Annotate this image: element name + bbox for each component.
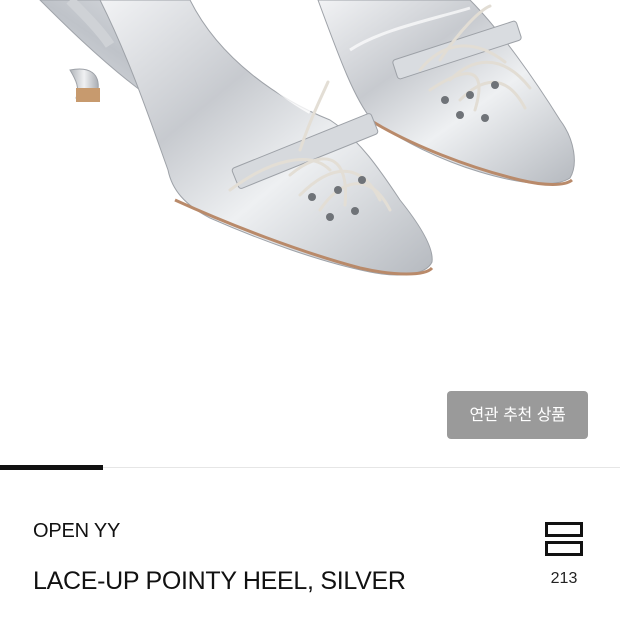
brand-name[interactable]: OPEN YY [33,520,120,543]
gallery-progress-fill [0,465,103,470]
product-image[interactable]: 연관 추천 상품 [0,0,620,462]
left-shoe-heel [69,68,100,102]
product-title: LACE-UP POINTY HEEL, SILVER [33,567,406,595]
gallery-progress-bar [0,465,620,470]
related-products-button[interactable]: 연관 추천 상품 [447,391,588,439]
wishlist-button[interactable]: 213 [540,522,588,592]
bookmark-stack-icon [545,522,583,556]
wishlist-count: 213 [550,570,578,587]
